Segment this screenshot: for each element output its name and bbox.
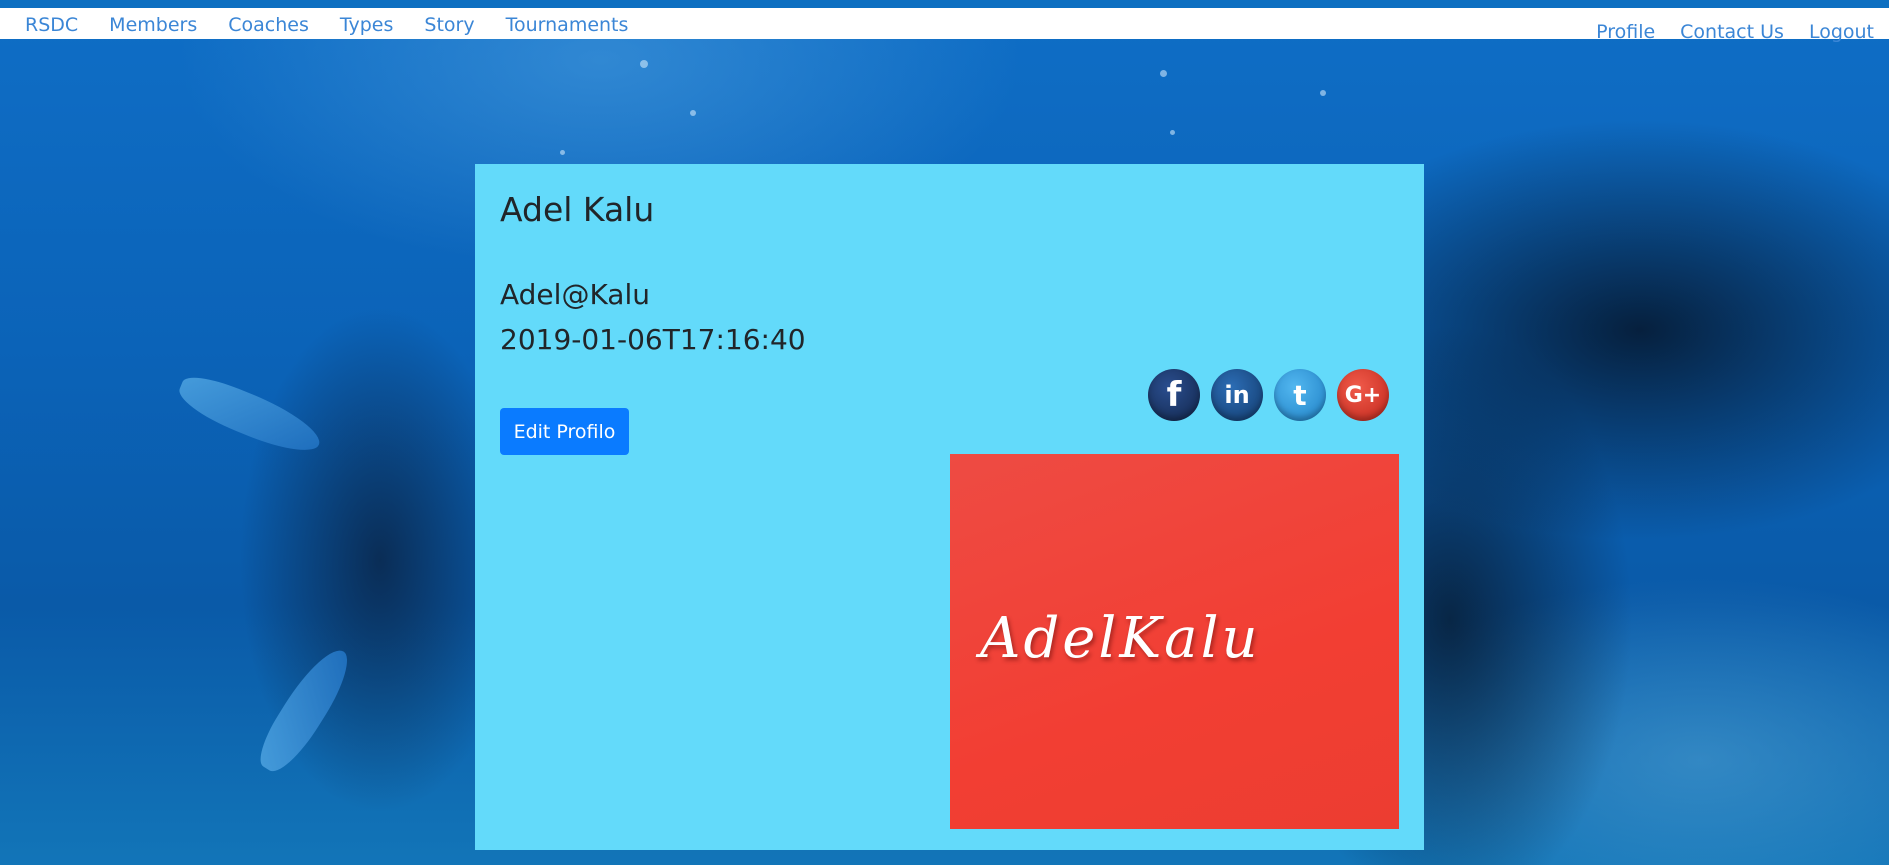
nav-link-coaches[interactable]: Coaches bbox=[228, 14, 309, 36]
twitter-icon[interactable]: t bbox=[1274, 369, 1326, 421]
nav-left-links: RSDC Members Coaches Types Story Tournam… bbox=[25, 14, 659, 36]
nav-link-contact-us[interactable]: Contact Us bbox=[1680, 21, 1784, 43]
profile-username: Adel@Kalu bbox=[500, 278, 650, 311]
nav-link-story[interactable]: Story bbox=[424, 14, 474, 36]
social-links: f in t G+ bbox=[1148, 369, 1400, 421]
nav-link-members[interactable]: Members bbox=[109, 14, 197, 36]
facebook-icon[interactable]: f bbox=[1148, 369, 1200, 421]
signature-image: AdelKalu bbox=[950, 454, 1399, 829]
linkedin-icon[interactable]: in bbox=[1211, 369, 1263, 421]
navbar: RSDC Members Coaches Types Story Tournam… bbox=[0, 8, 1889, 43]
nav-link-rsdc[interactable]: RSDC bbox=[25, 14, 78, 36]
nav-right-links: Profile Contact Us Logout bbox=[1571, 21, 1874, 43]
nav-link-logout[interactable]: Logout bbox=[1809, 21, 1874, 43]
nav-link-profile[interactable]: Profile bbox=[1596, 21, 1655, 43]
profile-card: Adel Kalu Adel@Kalu 2019-01-06T17:16:40 … bbox=[475, 164, 1424, 850]
navbar-top-border bbox=[0, 0, 1889, 8]
nav-link-types[interactable]: Types bbox=[340, 14, 394, 36]
profile-created-timestamp: 2019-01-06T17:16:40 bbox=[500, 323, 806, 356]
profile-name: Adel Kalu bbox=[500, 190, 655, 229]
edit-profile-button[interactable]: Edit Profilo bbox=[500, 408, 629, 455]
signature-text: AdelKalu bbox=[980, 606, 1261, 671]
nav-link-tournaments[interactable]: Tournaments bbox=[506, 14, 629, 36]
google-plus-icon[interactable]: G+ bbox=[1337, 369, 1389, 421]
